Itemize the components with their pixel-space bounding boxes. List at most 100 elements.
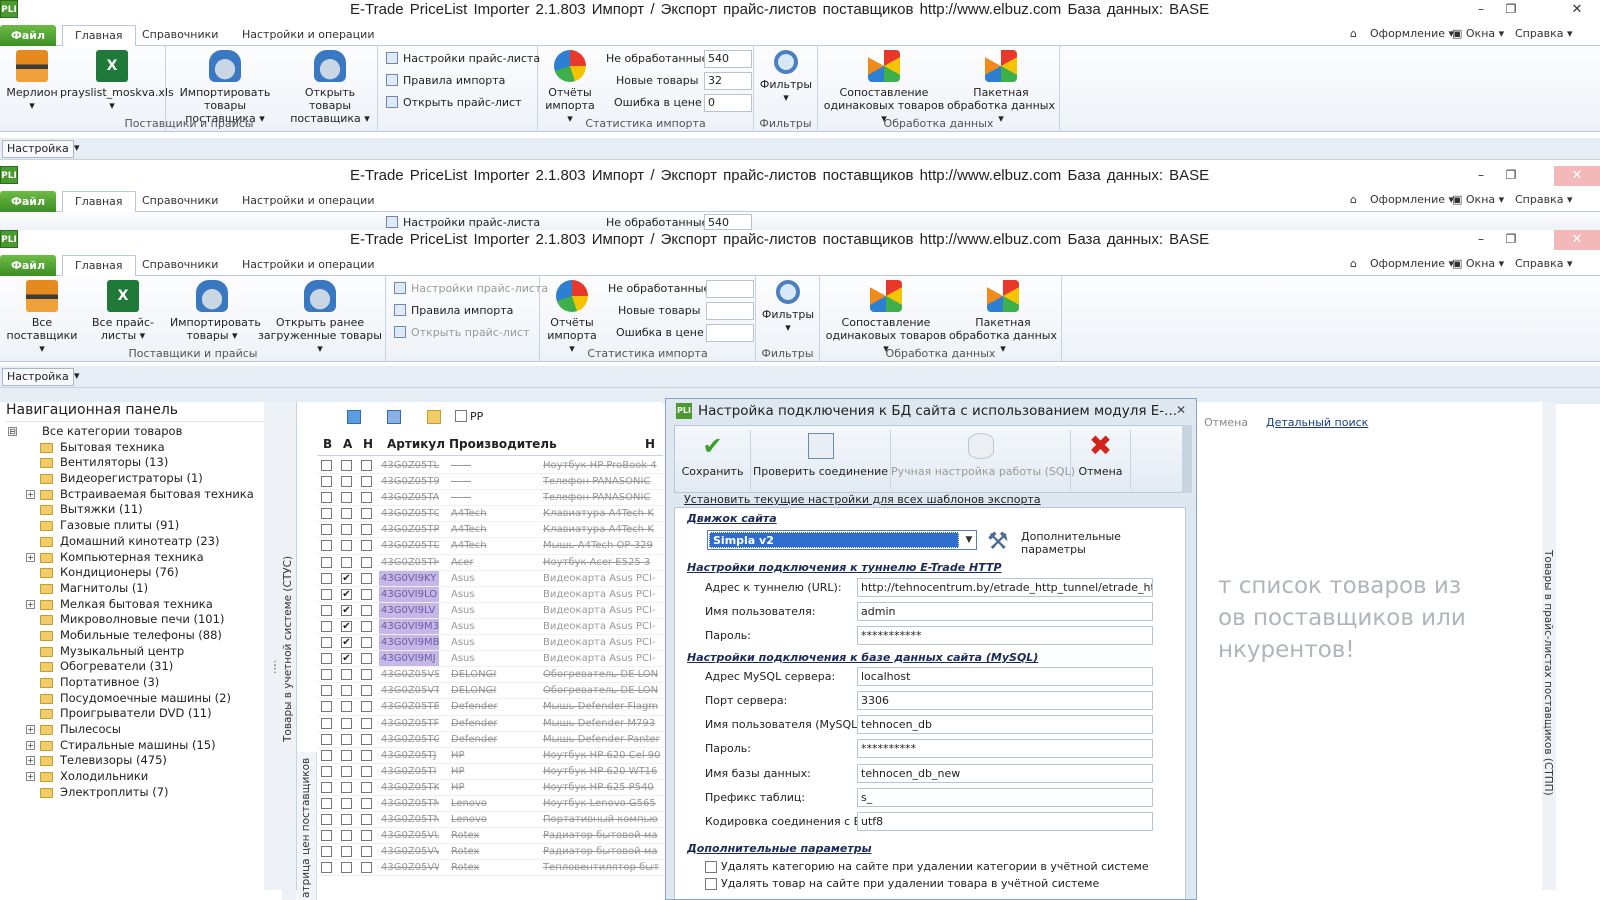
settings-button[interactable]: Настройка xyxy=(2,140,74,158)
row-a-checkbox[interactable] xyxy=(341,749,352,761)
tree-item[interactable]: Бытовая техника xyxy=(8,440,268,456)
tree-item[interactable]: Магнитолы (1) xyxy=(8,581,268,597)
row-a-checkbox[interactable]: ✔ xyxy=(341,588,352,600)
expand-toggle-icon[interactable]: ⊟ xyxy=(8,427,17,436)
dropdown-arrow-icon[interactable]: ▾ xyxy=(74,141,80,154)
help-menu[interactable]: Справка ▾ xyxy=(1515,257,1573,270)
import-rules-button[interactable]: Правила импорта xyxy=(386,74,505,87)
minimize-button[interactable]: – xyxy=(1466,166,1496,186)
row-b-checkbox[interactable] xyxy=(321,588,332,600)
row-n-checkbox[interactable] xyxy=(361,669,372,681)
row-b-checkbox[interactable] xyxy=(321,637,332,649)
row-b-checkbox[interactable] xyxy=(321,733,332,745)
dropdown-arrow-icon[interactable]: ▾ xyxy=(74,369,80,382)
tab-references[interactable]: Справочники xyxy=(130,255,230,277)
minimize-button[interactable]: – xyxy=(1466,0,1496,20)
tree-item[interactable]: Газовые плиты (91) xyxy=(8,518,268,534)
close-button[interactable]: ✕ xyxy=(1554,166,1600,186)
table-row[interactable]: 43G0Z05VV Rotex Радиатор бытовой ма xyxy=(317,844,663,861)
row-b-checkbox[interactable] xyxy=(321,620,332,632)
row-a-checkbox[interactable] xyxy=(341,846,352,858)
table-row[interactable]: 43G0Z05VW Rotex Тепловентилятор быт xyxy=(317,860,663,877)
mysql-pass-input[interactable]: ********** xyxy=(857,739,1153,758)
tree-item[interactable]: Проигрыватели DVD (11) xyxy=(8,706,268,722)
appearance-menu[interactable]: Оформление ▾ xyxy=(1370,257,1454,270)
tree-item[interactable]: Домашний кинотеатр (23) xyxy=(8,534,268,550)
tree-item[interactable]: Видеорегистраторы (1) xyxy=(8,471,268,487)
table-row[interactable]: 43G0Z05T9 —— Телефон PANASONIC xyxy=(317,474,663,491)
row-a-checkbox[interactable]: ✔ xyxy=(341,653,352,665)
import-goods-button[interactable]: Импортировать товары ▾ xyxy=(170,280,261,342)
table-row[interactable]: 43G0Z05TM Lenovo Ноутбук Lenovo G565 xyxy=(317,796,663,813)
row-n-checkbox[interactable] xyxy=(361,460,372,471)
panel-splitter[interactable]: ⋮ ⋮ xyxy=(264,402,282,890)
cancel-link-right[interactable]: Отмена xyxy=(1204,416,1248,429)
windows-menu[interactable]: ▣ Окна ▾ xyxy=(1452,193,1504,206)
tree-item[interactable]: Кондиционеры (76) xyxy=(8,565,268,581)
detail-search-link[interactable]: Детальный поиск xyxy=(1266,416,1368,429)
row-a-checkbox[interactable] xyxy=(341,669,352,681)
row-b-checkbox[interactable] xyxy=(321,846,332,858)
row-n-checkbox[interactable] xyxy=(361,814,372,826)
import-goods-button[interactable]: Импортировать товары поставщика ▾ xyxy=(170,50,280,125)
all-pricelists-button[interactable]: X Все прайс-листы ▾ xyxy=(84,280,162,342)
row-a-checkbox[interactable] xyxy=(341,556,352,568)
row-n-checkbox[interactable] xyxy=(361,701,372,713)
restore-button[interactable]: ❐ xyxy=(1496,166,1526,186)
table-row[interactable]: 43G0Z05VU Rotex Радиатор бытовой ма xyxy=(317,828,663,845)
restore-button[interactable]: ❐ xyxy=(1496,230,1526,250)
batch-processing-button[interactable]: Пакетная обработка данных ▾ xyxy=(946,50,1056,125)
row-n-checkbox[interactable] xyxy=(361,620,372,632)
tab-file[interactable]: Файл xyxy=(0,25,56,46)
appearance-menu[interactable]: Оформление ▾ xyxy=(1370,193,1454,206)
settings-button[interactable]: Настройка xyxy=(2,368,74,386)
row-a-checkbox[interactable] xyxy=(341,781,352,793)
row-b-checkbox[interactable] xyxy=(321,669,332,681)
tab-file[interactable]: Файл xyxy=(0,255,56,276)
import-rules-button[interactable]: Правила импорта xyxy=(394,304,513,317)
table-row[interactable]: 43G0Z05VS DELONGI Обогреватель DE LON xyxy=(317,667,663,684)
tab-settings-operations[interactable]: Настройки и операции xyxy=(230,191,386,213)
row-b-checkbox[interactable] xyxy=(321,572,332,584)
row-n-checkbox[interactable] xyxy=(361,540,372,552)
collapse-ribbon-icon[interactable]: ⌂ xyxy=(1350,257,1357,270)
collapse-ribbon-icon[interactable]: ⌂ xyxy=(1350,193,1357,206)
open-pl-button[interactable]: Открыть прайс-лист xyxy=(394,326,529,339)
row-b-checkbox[interactable] xyxy=(321,540,332,552)
prefix-input[interactable]: s_ xyxy=(857,788,1153,807)
row-b-checkbox[interactable] xyxy=(321,717,332,729)
open-loaded-goods-button[interactable]: Открыть ранее загруженные товары ▾ xyxy=(258,280,382,355)
chevron-down-icon[interactable]: ▼ xyxy=(962,532,976,548)
table-row[interactable]: 43G0Z05TA —— Телефон PANASONIC xyxy=(317,490,663,507)
tab-settings-operations[interactable]: Настройки и операции xyxy=(230,255,386,277)
pl-settings-button[interactable]: Настройки прайс-листа xyxy=(394,282,548,295)
grid-tool-1-icon[interactable] xyxy=(347,410,361,424)
reports-button[interactable]: Отчёты импорта ▾ xyxy=(542,50,598,125)
row-a-checkbox[interactable]: ✔ xyxy=(341,604,352,616)
table-row[interactable]: ✔ 43G0VI9LV Asus Видеокарта Asus PCI- xyxy=(317,602,663,619)
supplier-button[interactable]: Мерлион ▾ xyxy=(4,50,60,112)
row-b-checkbox[interactable] xyxy=(321,492,332,504)
row-n-checkbox[interactable] xyxy=(361,717,372,729)
match-goods-button[interactable]: Сопоставление одинаковых товаров ▾ xyxy=(824,280,948,355)
row-b-checkbox[interactable] xyxy=(321,781,332,793)
tab-home[interactable]: Главная xyxy=(62,25,136,47)
row-a-checkbox[interactable] xyxy=(341,733,352,745)
help-menu[interactable]: Справка ▾ xyxy=(1515,193,1573,206)
row-b-checkbox[interactable] xyxy=(321,814,332,826)
tree-item[interactable]: + Холодильники xyxy=(8,769,268,785)
filters-button[interactable]: Фильтры ▾ xyxy=(758,50,814,104)
row-a-checkbox[interactable]: ✔ xyxy=(341,620,352,632)
cancel-button[interactable]: ✖ Отмена xyxy=(1071,430,1131,490)
table-row[interactable]: 43G0Z05TI HP Ноутбук HP 620 WT16 xyxy=(317,764,663,780)
filters-button[interactable]: Фильтры ▾ xyxy=(760,280,816,334)
row-b-checkbox[interactable] xyxy=(321,556,332,568)
table-row[interactable]: ✔ 43G0VI9KY Asus Видеокарта Asus PCI- xyxy=(317,570,663,587)
folder-icon[interactable] xyxy=(427,410,441,424)
tree-item[interactable]: Посудомоечные машины (2) xyxy=(8,691,268,707)
tree-item[interactable]: Портативное (3) xyxy=(8,675,268,691)
col-n-header[interactable]: Н xyxy=(363,437,373,451)
pl-settings-button[interactable]: Настройки прайс-листа xyxy=(386,216,540,229)
expand-toggle-icon[interactable]: + xyxy=(26,772,35,782)
tab-file[interactable]: Файл xyxy=(0,191,56,212)
